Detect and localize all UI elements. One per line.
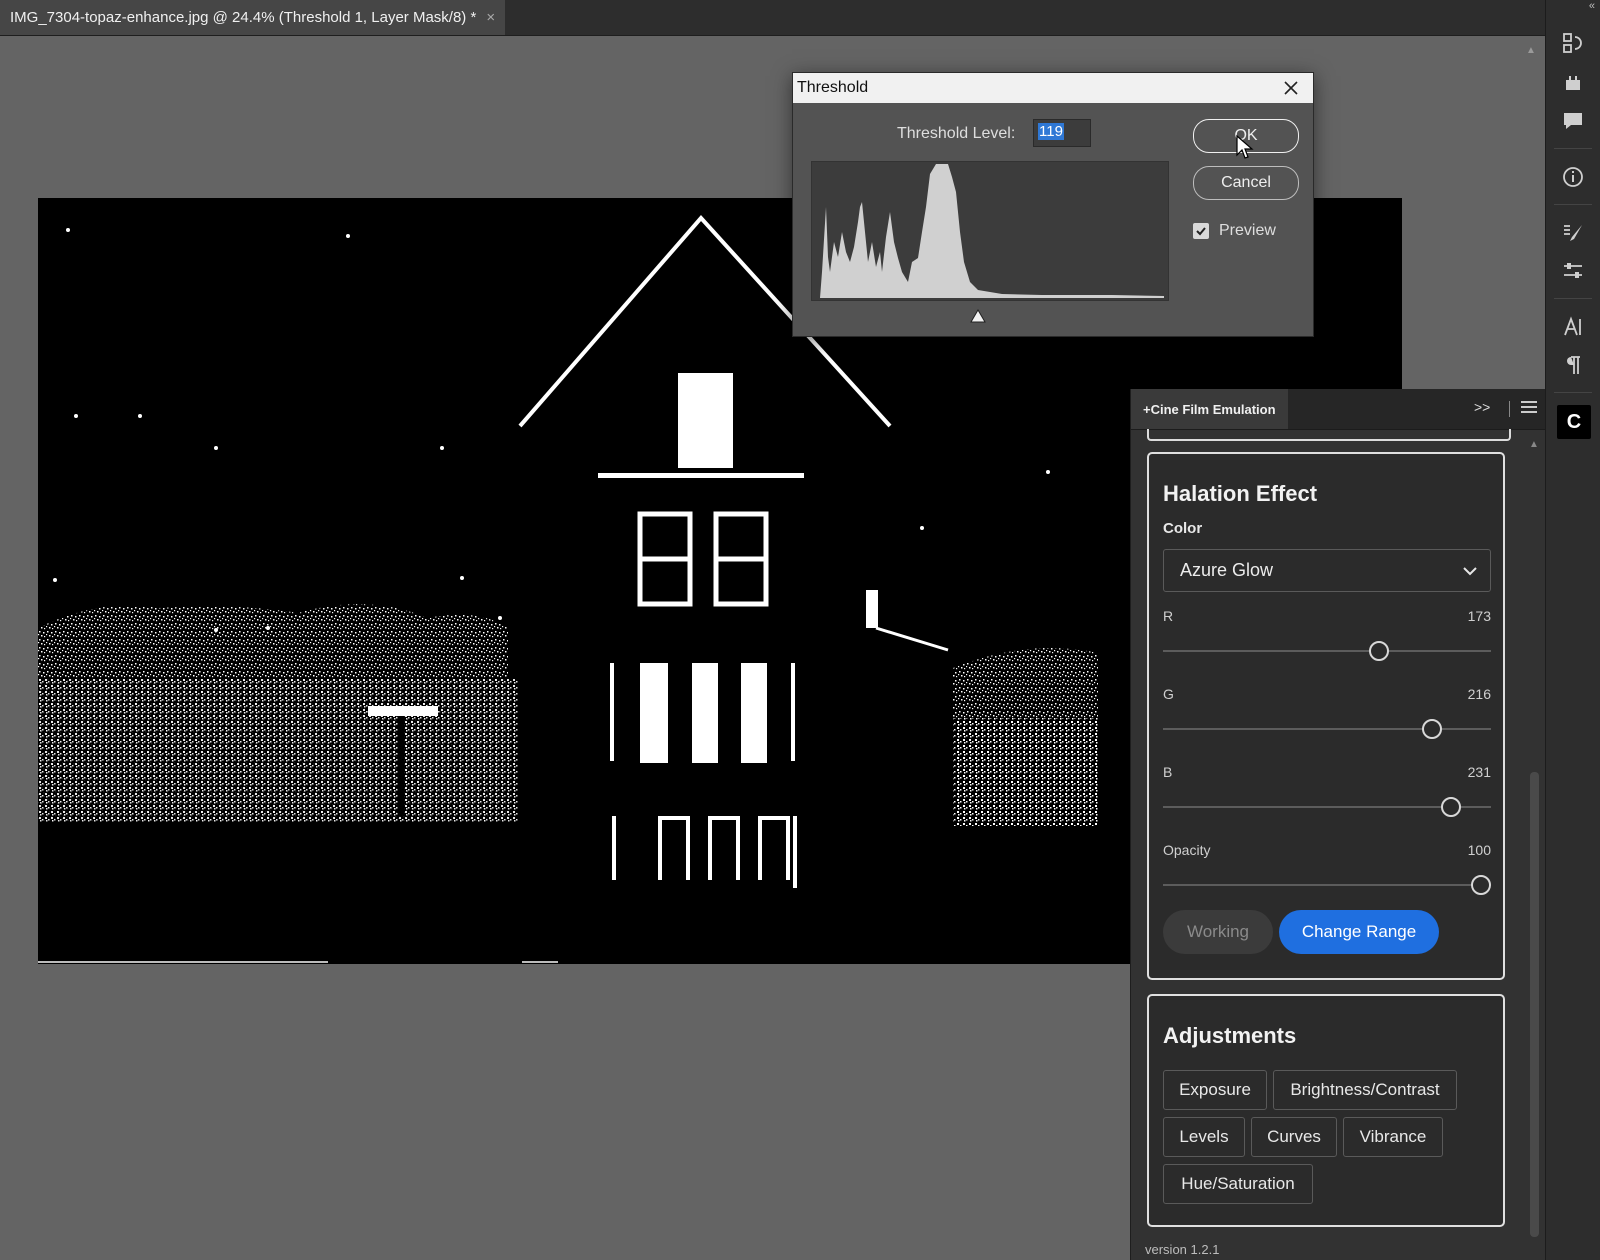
halation-effect-card: Halation Effect Color Azure Glow R 173 G… — [1147, 452, 1505, 980]
close-tab-icon[interactable]: × — [486, 9, 495, 26]
chevron-down-icon — [1463, 566, 1477, 575]
header-divider — [1509, 401, 1510, 417]
panel-scroll-thumb[interactable] — [1530, 772, 1539, 1237]
mouse-cursor-icon — [1236, 134, 1254, 166]
slider-g-label: G — [1163, 686, 1174, 702]
color-label: Color — [1163, 520, 1203, 537]
slider-r: R 173 — [1163, 608, 1491, 668]
panel-scrollbar[interactable]: ▲ — [1527, 439, 1541, 1237]
document-tab-title: IMG_7304-topaz-enhance.jpg @ 24.4% (Thre… — [10, 9, 477, 26]
slider-r-value: 173 — [1467, 608, 1491, 624]
threshold-level-value: 119 — [1038, 123, 1064, 140]
histogram — [811, 161, 1169, 301]
threshold-dialog: Threshold Threshold Level: 119 OK Cancel… — [792, 72, 1314, 337]
halation-title: Halation Effect — [1163, 481, 1318, 506]
right-toolstrip: « C — [1545, 0, 1600, 1260]
panel-tab[interactable]: +Cine Film Emulation — [1131, 389, 1288, 429]
toolstrip-divider — [1554, 148, 1592, 149]
document-tab-bar: IMG_7304-topaz-enhance.jpg @ 24.4% (Thre… — [0, 0, 1545, 36]
threshold-level-input[interactable]: 119 — [1033, 119, 1091, 147]
slider-g: G 216 — [1163, 686, 1491, 746]
paragraph-icon[interactable] — [1558, 350, 1588, 380]
previous-card-edge — [1147, 429, 1511, 441]
cine-plugin-icon[interactable]: C — [1557, 405, 1591, 439]
scroll-up-icon[interactable]: ▲ — [1526, 45, 1536, 56]
hue-saturation-button[interactable]: Hue/Saturation — [1163, 1164, 1313, 1204]
plugins-icon[interactable] — [1558, 68, 1588, 98]
panel-header: +Cine Film Emulation >> — [1131, 389, 1545, 430]
slider-g-value: 216 — [1467, 686, 1491, 702]
document-tab[interactable]: IMG_7304-topaz-enhance.jpg @ 24.4% (Thre… — [0, 0, 506, 35]
threshold-level-label: Threshold Level: — [897, 125, 1016, 142]
preview-option[interactable]: Preview — [1193, 222, 1276, 240]
toolstrip-divider — [1554, 204, 1592, 205]
threshold-dialog-titlebar[interactable]: Threshold — [793, 73, 1313, 103]
version-label: version 1.2.1 — [1145, 1242, 1220, 1257]
cancel-button[interactable]: Cancel — [1193, 166, 1299, 200]
slider-r-knob[interactable] — [1368, 641, 1389, 661]
checkmark-icon — [1196, 227, 1206, 236]
slider-b-knob[interactable] — [1441, 797, 1462, 817]
slider-opacity: Opacity 100 — [1163, 842, 1491, 902]
slider-b: B 231 — [1163, 764, 1491, 824]
slider-g-knob[interactable] — [1422, 719, 1443, 739]
threshold-level-slider[interactable] — [970, 309, 986, 328]
toolstrip-divider — [1554, 298, 1592, 299]
adjustments-card: Adjustments Exposure Brightness/Contrast… — [1147, 994, 1505, 1227]
levels-button[interactable]: Levels — [1163, 1117, 1245, 1157]
brightness-contrast-button[interactable]: Brightness/Contrast — [1273, 1070, 1457, 1110]
exposure-button[interactable]: Exposure — [1163, 1070, 1267, 1110]
adjustments-title: Adjustments — [1163, 1023, 1297, 1048]
character-icon[interactable] — [1558, 312, 1588, 342]
slider-opacity-label: Opacity — [1163, 842, 1211, 858]
color-dropdown[interactable]: Azure Glow — [1163, 549, 1491, 592]
vibrance-button[interactable]: Vibrance — [1343, 1117, 1443, 1157]
slider-r-track[interactable] — [1163, 650, 1491, 652]
history-icon[interactable] — [1558, 28, 1588, 58]
preview-checkbox[interactable] — [1193, 223, 1209, 239]
collapse-panel-icon[interactable]: >> — [1474, 399, 1490, 415]
histogram-graph — [820, 164, 1164, 298]
dialog-close-icon[interactable] — [1279, 76, 1303, 100]
cine-film-emulation-panel: +Cine Film Emulation >> ▲ Halation Effec… — [1130, 389, 1545, 1260]
panel-scroll-up-icon[interactable]: ▲ — [1529, 439, 1539, 450]
panel-menu-icon[interactable] — [1521, 401, 1537, 416]
working-button: Working — [1163, 910, 1273, 954]
preview-label: Preview — [1219, 222, 1276, 239]
threshold-dialog-title: Threshold — [797, 79, 869, 96]
comments-icon[interactable] — [1558, 106, 1588, 136]
slider-b-label: B — [1163, 764, 1173, 780]
slider-opacity-knob[interactable] — [1471, 875, 1491, 895]
slider-r-label: R — [1163, 608, 1174, 624]
collapse-toolstrip-icon[interactable]: « — [1589, 0, 1595, 12]
info-icon[interactable] — [1558, 162, 1588, 192]
slider-b-value: 231 — [1467, 764, 1491, 780]
slider-opacity-value: 100 — [1467, 842, 1491, 858]
change-range-button[interactable]: Change Range — [1279, 910, 1439, 954]
slider-opacity-track[interactable] — [1163, 884, 1491, 886]
brush-settings-icon[interactable] — [1558, 218, 1588, 248]
curves-button[interactable]: Curves — [1251, 1117, 1337, 1157]
adjustments-sliders-icon[interactable] — [1558, 256, 1588, 286]
color-dropdown-value: Azure Glow — [1180, 560, 1274, 580]
toolstrip-divider — [1554, 392, 1592, 393]
